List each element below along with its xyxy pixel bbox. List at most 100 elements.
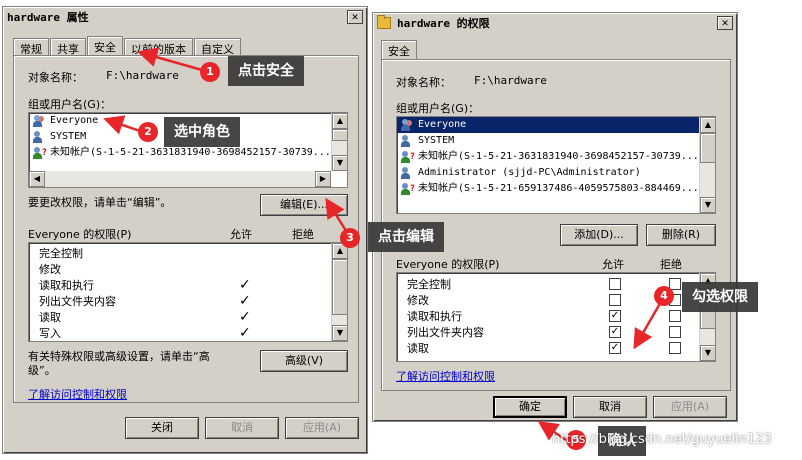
step-badge-3: 3 [340, 228, 360, 248]
deny-label: 拒绝 [292, 228, 314, 241]
permissions-window: hardware 的权限 ✕ 安全 对象名称： F:\hardware 组或用户… [372, 12, 738, 422]
scroll-up-icon[interactable]: ▲ [332, 113, 347, 129]
object-name-label: 对象名称： [28, 71, 83, 84]
list-item[interactable]: ? 未知帐户(S-1-5-21-3631831940-3698452157-307… [29, 145, 347, 161]
remove-button[interactable]: 删除(R) [646, 224, 716, 246]
permission-list: 完全控制 修改 读取和执行 列出文件夹内容 读取 ✓ ✓ ✓ ▲ ▼ [396, 272, 716, 362]
step-label-2: 选中角色 [164, 117, 240, 147]
step-badge-1: 1 [200, 62, 220, 82]
allow-checkbox-modify[interactable] [609, 294, 621, 306]
apply-button[interactable]: 应用(A) [653, 396, 727, 418]
scroll-thumb[interactable] [700, 133, 715, 163]
edit-button[interactable]: 编辑(E)... [260, 194, 348, 216]
scroll-thumb[interactable] [332, 259, 347, 315]
add-button[interactable]: 添加(D)... [560, 224, 638, 246]
folder-icon [377, 15, 391, 29]
perm-list-folder: 列出文件夹内容 [407, 326, 484, 339]
user-icon [401, 135, 413, 147]
scroll-down-icon[interactable]: ▼ [700, 345, 715, 361]
properties-title: hardware 属性 [7, 11, 89, 24]
user-list-scrollbar[interactable]: ▲ ▼ [699, 117, 715, 213]
object-name-label: 对象名称： [396, 76, 451, 89]
properties-window: hardware 属性 ✕ 常规 共享 安全 以前的版本 自定义 对象名称： F… [2, 6, 368, 454]
perm-read-execute: 读取和执行 [407, 310, 462, 323]
learn-access-link[interactable]: 了解访问控制和权限 [28, 386, 127, 402]
allow-label: 允许 [230, 228, 252, 241]
properties-titlebar: hardware 属性 ✕ [3, 7, 367, 27]
check-icon: ✓ [239, 309, 251, 325]
unknown-user-icon: ? [401, 183, 415, 195]
watermark: https://blog.csdn.net/guyuelin123 [552, 432, 772, 447]
close-icon[interactable]: ✕ [347, 10, 363, 24]
scroll-down-icon[interactable]: ▼ [700, 197, 715, 213]
permission-list: 完全控制 修改 读取和执行 列出文件夹内容 读取 写入 ✓ ✓ ✓ ✓ ▲ ▼ [28, 242, 348, 342]
step-badge-4: 4 [654, 286, 674, 306]
perm-modify: 修改 [39, 263, 61, 276]
object-name-value: F:\hardware [106, 69, 179, 82]
security-panel: 对象名称： F:\hardware 组或用户名(G)： Everyone SYS… [13, 55, 359, 403]
ok-button[interactable]: 确定 [493, 396, 567, 418]
list-item[interactable]: ? 未知帐户(S-1-5-21-3631831940-3698452157-307… [397, 149, 715, 165]
unknown-user-icon: ? [401, 151, 415, 163]
perm-header: Everyone 的权限(P) [396, 258, 500, 271]
perm-write: 写入 [39, 327, 61, 340]
perm-read-execute: 读取和执行 [39, 279, 94, 292]
perm-header: Everyone 的权限(P) [28, 228, 132, 241]
close-icon[interactable]: ✕ [717, 16, 733, 30]
group-label: 组或用户名(G)： [28, 98, 112, 111]
deny-checkbox-list-folder[interactable] [669, 326, 681, 338]
group-icon [401, 119, 413, 131]
close-button[interactable]: 关闭 [125, 417, 199, 439]
cancel-button[interactable]: 取消 [205, 417, 279, 439]
deny-checkbox-read-execute[interactable] [669, 310, 681, 322]
deny-label: 拒绝 [660, 258, 682, 271]
permission-list-scrollbar[interactable]: ▲ ▼ [331, 243, 347, 341]
permissions-title: hardware 的权限 [397, 17, 490, 30]
change-hint: 要更改权限，请单击“编辑”。 [28, 196, 172, 209]
list-item[interactable]: Everyone [397, 117, 715, 133]
special-hint-line2: 级”。 [28, 364, 56, 377]
step-badge-2: 2 [138, 122, 158, 142]
step-label-1: 点击安全 [228, 56, 304, 86]
scroll-down-icon[interactable]: ▼ [332, 155, 347, 171]
scroll-down-icon[interactable]: ▼ [332, 325, 347, 341]
allow-checkbox-full-control[interactable] [609, 278, 621, 290]
permissions-titlebar: hardware 的权限 ✕ [373, 13, 737, 33]
check-icon: ✓ [239, 293, 251, 309]
cancel-button[interactable]: 取消 [573, 396, 647, 418]
learn-access-link[interactable]: 了解访问控制和权限 [396, 368, 495, 384]
perm-read: 读取 [407, 342, 429, 355]
scroll-left-icon[interactable]: ◀ [29, 171, 45, 187]
scroll-right-icon[interactable]: ▶ [315, 171, 331, 187]
user-icon [33, 131, 45, 143]
perm-list-folder: 列出文件夹内容 [39, 295, 116, 308]
deny-checkbox-read[interactable] [669, 342, 681, 354]
scroll-thumb[interactable] [332, 129, 347, 141]
advanced-button[interactable]: 高级(V) [260, 350, 348, 372]
user-icon [401, 167, 413, 179]
user-list-hscrollbar[interactable]: ◀ ▶ [29, 171, 331, 187]
group-icon [33, 115, 45, 127]
user-list-scrollbar[interactable]: ▲ ▼ [331, 113, 347, 171]
perm-full-control: 完全控制 [407, 278, 451, 291]
step-label-4: 勾选权限 [682, 282, 758, 312]
allow-checkbox-read-execute[interactable]: ✓ [609, 310, 621, 322]
allow-checkbox-list-folder[interactable]: ✓ [609, 326, 621, 338]
check-icon: ✓ [239, 277, 251, 293]
perm-full-control: 完全控制 [39, 247, 83, 260]
list-item[interactable]: Administrator (sjjd-PC\Administrator) [397, 165, 715, 181]
user-list: Everyone SYSTEM ? 未知帐户(S-1-5-21-363183194… [396, 116, 716, 214]
allow-checkbox-read[interactable]: ✓ [609, 342, 621, 354]
perm-read: 读取 [39, 311, 61, 324]
scroll-up-icon[interactable]: ▲ [700, 117, 715, 133]
apply-button[interactable]: 应用(A) [285, 417, 359, 439]
object-name-value: F:\hardware [474, 74, 547, 87]
list-item[interactable]: ? 未知帐户(S-1-5-21-659137486-4059575803-8844… [397, 181, 715, 197]
list-item[interactable]: SYSTEM [397, 133, 715, 149]
group-label: 组或用户名(G)： [396, 102, 480, 115]
allow-label: 允许 [602, 258, 624, 271]
unknown-user-icon: ? [33, 147, 47, 159]
perm-modify: 修改 [407, 294, 429, 307]
step-label-3: 点击编辑 [368, 222, 444, 252]
check-icon: ✓ [239, 325, 251, 341]
